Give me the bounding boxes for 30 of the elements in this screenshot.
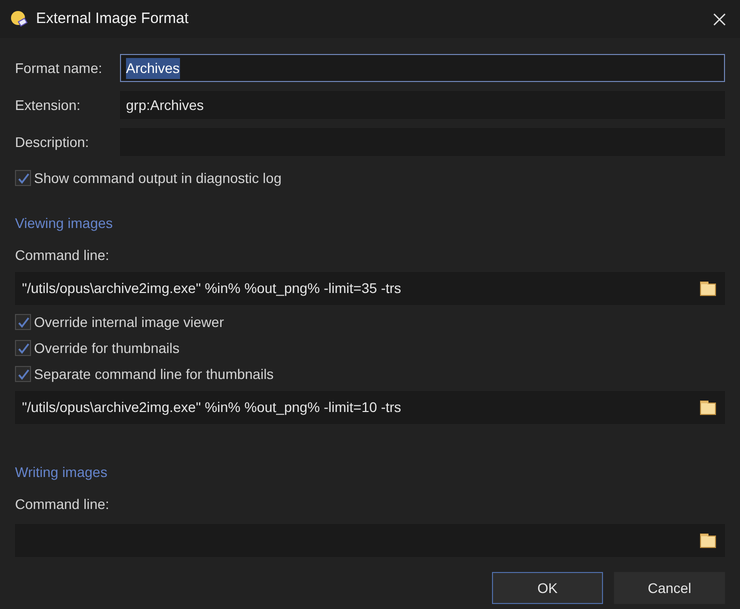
field-label: Format name: bbox=[15, 58, 104, 78]
checkbox[interactable] bbox=[15, 366, 31, 382]
field-value: Archives bbox=[126, 58, 180, 78]
checkbox-label: Override for thumbnails bbox=[34, 338, 180, 358]
field-label: Extension: bbox=[15, 96, 82, 114]
command-field[interactable] bbox=[15, 524, 725, 557]
dialog-button[interactable]: Cancel bbox=[614, 572, 725, 604]
text-field[interactable]: grp:Archives bbox=[120, 91, 725, 119]
command-field[interactable]: "/utils/opus\archive2img.exe" %in% %out_png% -limit=10 -trs bbox=[15, 391, 725, 424]
folder-icon[interactable] bbox=[700, 400, 716, 415]
checkbox[interactable] bbox=[15, 170, 31, 186]
checkbox-label: Separate command line for thumbnails bbox=[34, 364, 274, 384]
command-field[interactable]: "/utils/opus\archive2img.exe" %in% %out_png% -limit=35 -trs bbox=[15, 272, 725, 305]
folder-icon[interactable] bbox=[700, 281, 716, 296]
folder-icon[interactable] bbox=[700, 533, 716, 548]
field-label: Command line: bbox=[15, 246, 110, 265]
checkbox[interactable] bbox=[15, 314, 31, 330]
field-label: Command line: bbox=[15, 495, 110, 514]
field-label: Description: bbox=[15, 132, 90, 152]
window-title: External Image Format bbox=[36, 8, 190, 29]
section-heading: Viewing images bbox=[15, 214, 114, 233]
dialog-button[interactable]: OK bbox=[492, 572, 603, 604]
section-heading: Writing images bbox=[15, 463, 108, 482]
checkbox[interactable] bbox=[15, 340, 31, 356]
checkbox-label: Override internal image viewer bbox=[34, 312, 224, 332]
text-field[interactable]: Archives bbox=[120, 54, 725, 82]
close-icon[interactable] bbox=[713, 12, 726, 26]
app-icon bbox=[10, 10, 28, 28]
field-value: grp:Archives bbox=[126, 96, 204, 115]
checkbox-label: Show command output in diagnostic log bbox=[34, 168, 282, 188]
